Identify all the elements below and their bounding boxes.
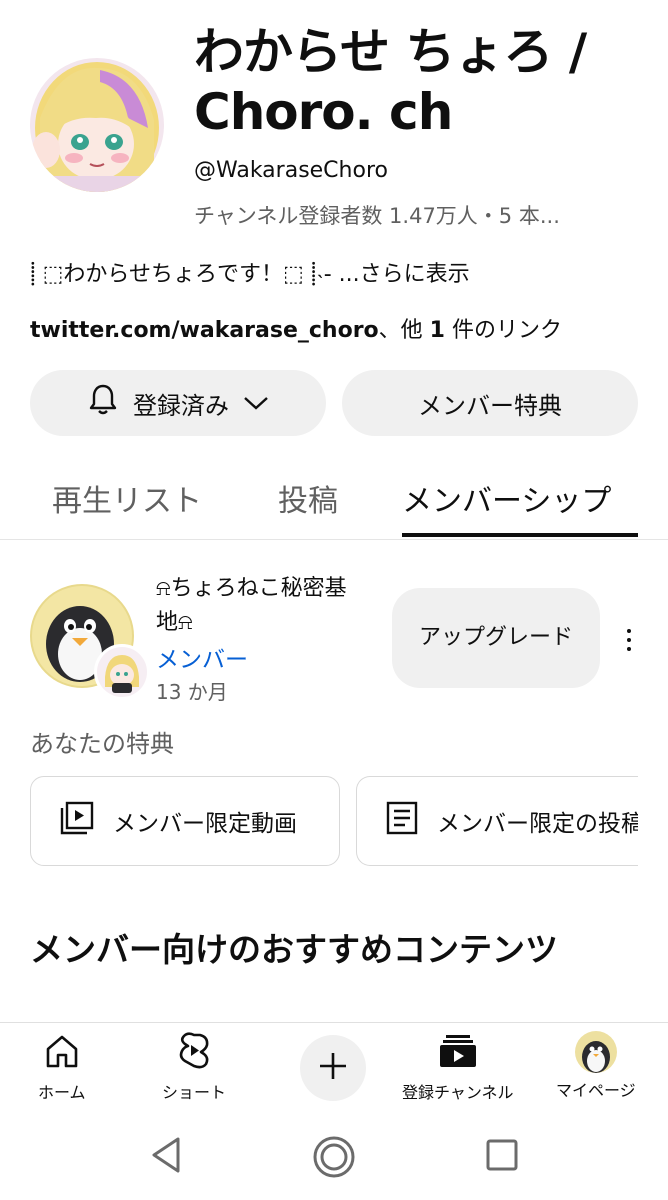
shorts-icon (174, 1031, 214, 1075)
back-icon[interactable] (148, 1135, 184, 1179)
channel-link-separator: 、他 (378, 318, 430, 343)
channel-handle: @WakaraseChoro (194, 158, 388, 183)
channel-link-count: 1 (429, 318, 445, 343)
perk-members-only-videos[interactable]: メンバー限定動画 (30, 776, 340, 866)
perk-members-only-posts[interactable]: メンバー限定の投稿 (356, 776, 638, 866)
channel-avatar[interactable] (30, 58, 164, 192)
tab-posts[interactable]: 投稿 (278, 476, 338, 520)
nav-home-label: ホーム (38, 1083, 86, 1102)
tab-membership[interactable]: メンバーシップ (402, 476, 611, 520)
subscribed-label: 登録済み (133, 391, 229, 420)
post-icon (385, 800, 419, 842)
video-library-icon (59, 800, 95, 842)
home-circle-icon[interactable] (312, 1135, 356, 1183)
home-icon (42, 1031, 82, 1075)
recommended-heading: メンバー向けのおすすめコンテンツ (30, 930, 558, 969)
upgrade-button[interactable]: アップグレード (392, 588, 600, 688)
bell-icon (87, 383, 119, 423)
subscriptions-icon (438, 1031, 478, 1075)
member-perks-button[interactable]: メンバー特典 (342, 370, 638, 436)
plus-icon (318, 1051, 348, 1085)
bottom-nav: ホーム ショート 登録チャンネル マイページ (0, 1023, 668, 1111)
tabs-divider (0, 539, 668, 540)
member-badge-avatar (94, 644, 150, 700)
perk-label: メンバー限定動画 (113, 811, 297, 837)
channel-link-main[interactable]: twitter.com/wakarase_choro (30, 318, 379, 343)
chevron-down-icon (243, 389, 269, 417)
channel-title: わからせ ちょろ / Choro. ch (194, 23, 587, 141)
perks-heading: あなたの特典 (30, 730, 174, 758)
system-nav-bar (0, 1111, 668, 1200)
channel-link-suffix: 件のリンク (444, 318, 562, 343)
perk-label: メンバー限定の投稿 (437, 811, 638, 837)
mypage-avatar (574, 1031, 617, 1073)
membership-name: ⍾ちょろねこ秘密基地⍾ (156, 576, 347, 635)
nav-subscriptions[interactable]: 登録チャンネル (402, 1031, 514, 1103)
membership-duration: 13 か月 (156, 680, 228, 704)
nav-subscriptions-label: 登録チャンネル (402, 1083, 514, 1102)
nav-mypage[interactable]: マイページ (556, 1031, 636, 1101)
member-perks-label: メンバー特典 (418, 391, 562, 420)
tab-playlists[interactable]: 再生リスト (52, 476, 202, 520)
create-button[interactable] (300, 1035, 366, 1101)
recent-apps-icon[interactable] (484, 1135, 520, 1179)
channel-description[interactable]: ⸽ ⬚わからせちょろです！⬚ ⸽˴- ...さらに表示 (30, 256, 470, 288)
active-tab-indicator (402, 533, 638, 537)
channel-links[interactable]: twitter.com/wakarase_choro、他 1 件のリンク (30, 312, 562, 344)
nav-mypage-label: マイページ (556, 1081, 636, 1100)
nav-shorts-label: ショート (162, 1083, 227, 1102)
channel-stats[interactable]: チャンネル登録者数 1.47万人・5 本... (194, 200, 560, 230)
membership-status: メンバー (156, 647, 248, 673)
subscribed-button[interactable]: 登録済み (30, 370, 326, 436)
nav-shorts[interactable]: ショート (162, 1031, 226, 1103)
more-options-icon[interactable] (614, 620, 644, 660)
nav-home[interactable]: ホーム (38, 1031, 86, 1103)
